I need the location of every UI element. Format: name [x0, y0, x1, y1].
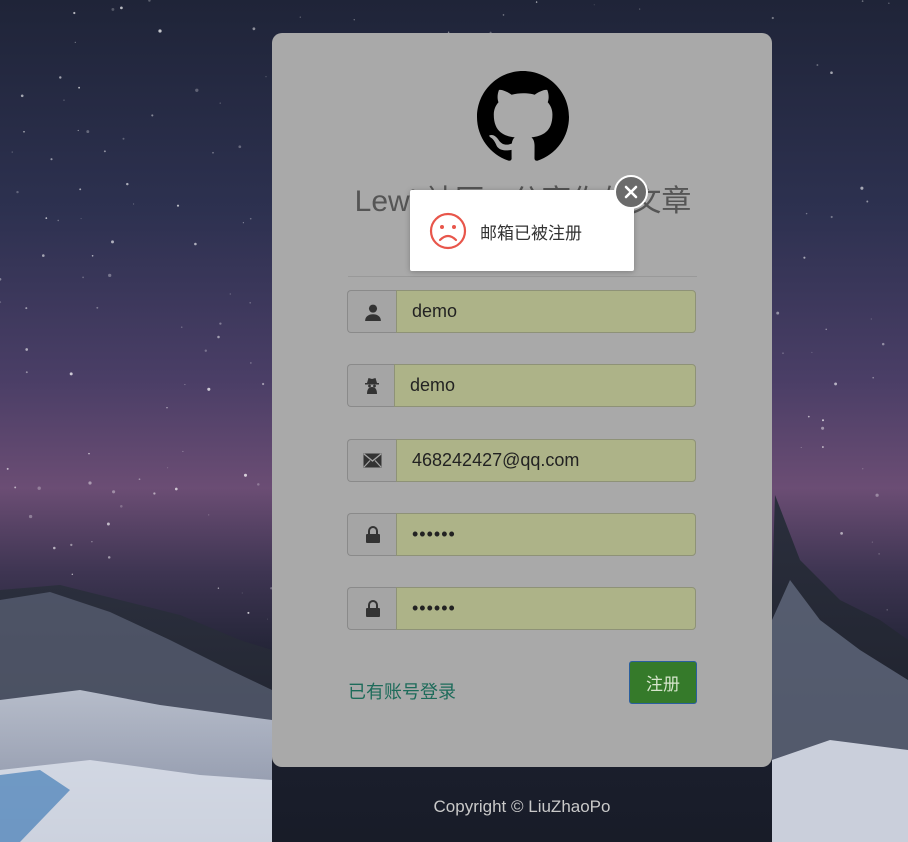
confirm-password-addon	[347, 587, 397, 630]
register-card: Lewi 社区 · 分享你的文章	[272, 33, 772, 767]
email-input[interactable]	[396, 439, 696, 482]
password-addon	[347, 513, 397, 556]
sad-face-icon	[429, 212, 467, 250]
username-input[interactable]	[396, 290, 696, 333]
envelope-icon	[363, 453, 382, 468]
password-input[interactable]	[396, 513, 696, 556]
toast-close-button[interactable]	[614, 175, 648, 209]
error-toast: 邮箱已被注册	[410, 190, 634, 271]
username-field-group	[347, 290, 697, 333]
lock-icon	[365, 600, 380, 617]
email-addon	[347, 439, 397, 482]
incognito-icon	[364, 378, 379, 394]
close-icon	[624, 185, 638, 199]
copyright-text: Copyright © LiuZhaoPo	[433, 797, 611, 816]
nickname-field-group	[347, 364, 697, 407]
confirm-password-input[interactable]	[396, 587, 696, 630]
password-field-group	[347, 513, 697, 556]
nickname-input[interactable]	[394, 364, 696, 407]
email-field-group	[347, 439, 697, 482]
github-octocat-icon	[477, 71, 569, 161]
lock-icon	[365, 526, 380, 543]
user-icon	[364, 304, 381, 321]
username-addon	[347, 290, 397, 333]
register-button[interactable]: 注册	[629, 661, 697, 704]
nickname-addon	[347, 364, 395, 407]
divider	[348, 276, 697, 277]
toast-message: 邮箱已被注册	[480, 224, 582, 243]
login-link[interactable]: 已有账号登录	[348, 678, 456, 704]
confirm-password-field-group	[347, 587, 697, 630]
